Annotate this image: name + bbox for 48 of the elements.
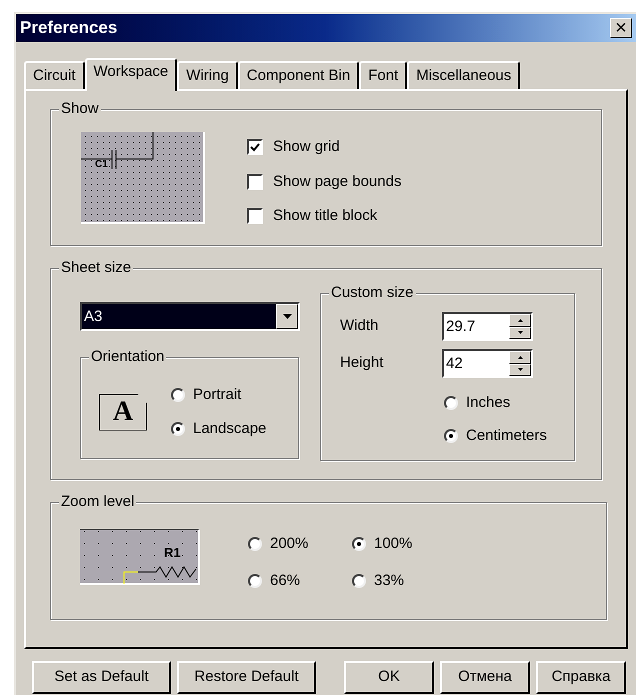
tab[interactable]: Wiring (177, 61, 238, 89)
dialog-button[interactable]: Restore Default (177, 661, 316, 694)
close-button[interactable]: × (610, 18, 632, 38)
radio-label: Portrait (193, 384, 242, 404)
radio-label: Centimeters (466, 426, 547, 446)
radio-label: 200% (270, 534, 308, 554)
radio-label: 33% (374, 570, 404, 590)
radio-label: Inches (466, 393, 510, 413)
field-value: 42 (445, 354, 464, 374)
field-label: Height (340, 353, 384, 374)
radio-button[interactable] (248, 574, 262, 588)
radio-button[interactable] (352, 574, 366, 588)
checkbox-label: Show grid (273, 137, 340, 157)
spin-buttons-icon[interactable] (509, 351, 531, 376)
window-title: Preferences (20, 17, 118, 40)
tab[interactable]: Circuit (24, 61, 85, 89)
check-icon (250, 142, 260, 152)
tab[interactable]: Font (359, 61, 408, 89)
radio-button[interactable] (444, 396, 458, 410)
radio-button[interactable] (171, 422, 185, 436)
radio-button[interactable] (248, 537, 262, 552)
checkbox-label: Show page bounds (273, 172, 402, 192)
checkbox-label: Show title block (273, 206, 378, 226)
checkbox[interactable] (247, 139, 263, 156)
field-value: 29.7 (445, 317, 476, 337)
component-label: R1 (164, 546, 181, 559)
spin-buttons-icon[interactable] (509, 314, 531, 339)
spin-field[interactable]: 42 (442, 349, 533, 378)
tab[interactable]: Miscellaneous (407, 61, 520, 89)
dropdown[interactable]: A3 (80, 302, 300, 331)
radio-label: Landscape (193, 419, 266, 439)
radio-label: 100% (374, 534, 412, 554)
dropdown-value: A3 (82, 304, 276, 329)
checkbox[interactable] (247, 174, 263, 190)
tab[interactable]: Workspace (84, 58, 178, 91)
dialog-button[interactable]: Справка (536, 661, 626, 694)
radio-button[interactable] (171, 388, 185, 402)
dialog-button[interactable]: Отмена (440, 661, 530, 694)
dialog-button[interactable]: OK (344, 661, 434, 694)
radio-button[interactable] (444, 428, 458, 443)
radio-button[interactable] (352, 537, 366, 552)
spin-field[interactable]: 29.7 (442, 312, 533, 341)
radio-label: 66% (270, 570, 300, 590)
field-label: Width (340, 316, 380, 336)
tab[interactable]: Component Bin (238, 61, 360, 89)
dialog-button[interactable]: Set as Default (32, 661, 171, 694)
checkbox[interactable] (247, 208, 263, 224)
letter-icon: A (99, 394, 147, 430)
